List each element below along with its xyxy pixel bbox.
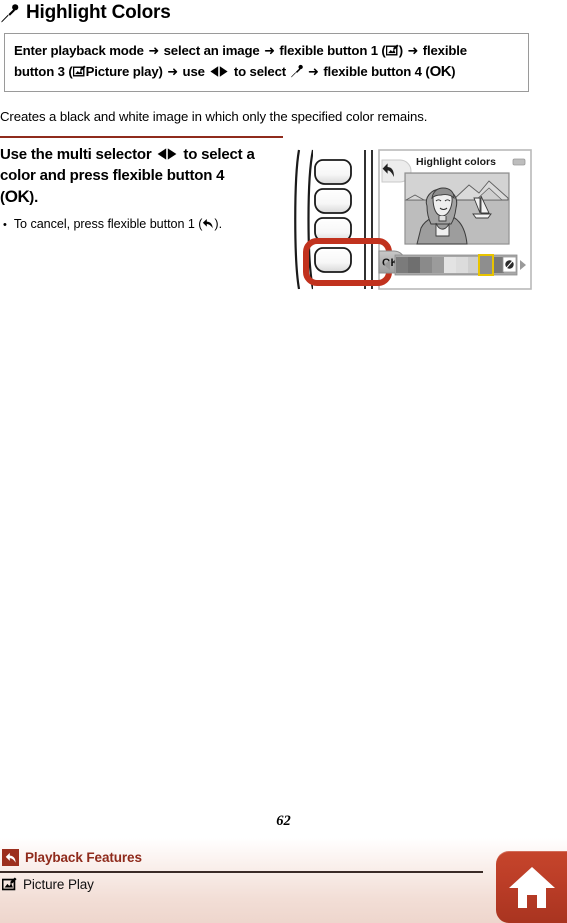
bullet-text-pre: To cancel, press flexible button 1 ( [13, 217, 203, 231]
procedure-text-2: select an image [163, 43, 260, 58]
step-heading: Use the multi selector to select a color… [0, 144, 285, 208]
footer-back-label: Playback Features [25, 850, 142, 865]
footer-back-link[interactable]: Playback Features [2, 849, 142, 866]
procedure-text-5: flexible [422, 43, 467, 58]
procedure-line-2: button 3 (Picture play) ➜ use to select … [14, 62, 519, 83]
bullet-marker: • [3, 219, 7, 231]
eyedropper-icon [0, 3, 20, 23]
procedure-text-1: Enter playback mode [14, 43, 144, 58]
page-title: Highlight Colors [0, 0, 540, 26]
back-arrow-icon [202, 217, 214, 229]
arrow-icon: ➜ [308, 65, 319, 80]
description-text: Creates a black and white image in which… [0, 109, 428, 124]
step-bullet-list: • To cancel, press flexible button 1 (). [0, 215, 290, 234]
battery-icon [512, 158, 526, 166]
lcd-photo-preview [404, 172, 510, 245]
footer-section-link[interactable]: Picture Play [1, 877, 94, 892]
home-button[interactable] [496, 851, 567, 923]
arrow-icon: ➜ [264, 44, 275, 59]
ok-glyph: OK [4, 187, 30, 206]
bullet-text: To cancel, press flexible button 1 (). [14, 215, 222, 233]
step-heading-text-2: to select [183, 146, 243, 163]
arrow-icon: ➜ [148, 44, 160, 59]
step-heading-text-1: Use the multi selector [0, 146, 152, 163]
arrow-icon: ➜ [407, 44, 419, 59]
procedure-text-3: flexible button 1 ( [279, 43, 386, 58]
picture-play-icon [72, 65, 86, 78]
procedure-text-6: button 3 ( [14, 64, 73, 79]
procedure-text-11: ) [451, 64, 456, 79]
procedure-line-1: Enter playback mode ➜ select an image ➜ … [14, 41, 519, 62]
procedure-text-8: use [182, 64, 205, 79]
picture-play-icon [385, 44, 399, 57]
page-title-text: Highlight Colors [26, 2, 171, 23]
arrow-icon: ➜ [167, 65, 179, 80]
left-right-arrows-icon [155, 146, 179, 160]
back-arrow-icon [2, 849, 19, 866]
procedure-box: Enter playback mode ➜ select an image ➜ … [4, 33, 529, 92]
picture-play-icon [1, 877, 17, 892]
procedure-text-4: ) [398, 43, 403, 58]
eyedropper-icon [290, 64, 304, 78]
home-icon [508, 864, 556, 910]
svg-text:Highlight colors: Highlight colors [416, 156, 496, 168]
left-right-arrows-icon [208, 64, 230, 77]
section-divider [0, 136, 283, 138]
ok-glyph: OK [429, 63, 452, 80]
no-color-icon [505, 260, 514, 269]
step-heading-text-5: ). [29, 189, 39, 206]
page-number: 62 [276, 813, 291, 829]
procedure-text-10: flexible button 4 ( [323, 64, 430, 79]
color-slider [384, 254, 526, 276]
page-footer: Playback Features Picture Play [0, 838, 567, 923]
procedure-text-9: to select [233, 64, 287, 79]
list-item: • To cancel, press flexible button 1 (). [0, 215, 290, 234]
bullet-text-post: ). [214, 217, 223, 231]
camera-illustration: OK Highlight colors [293, 148, 533, 291]
procedure-text-7: Picture play) [85, 64, 163, 79]
footer-section-label: Picture Play [23, 877, 94, 892]
footer-divider [0, 871, 483, 873]
